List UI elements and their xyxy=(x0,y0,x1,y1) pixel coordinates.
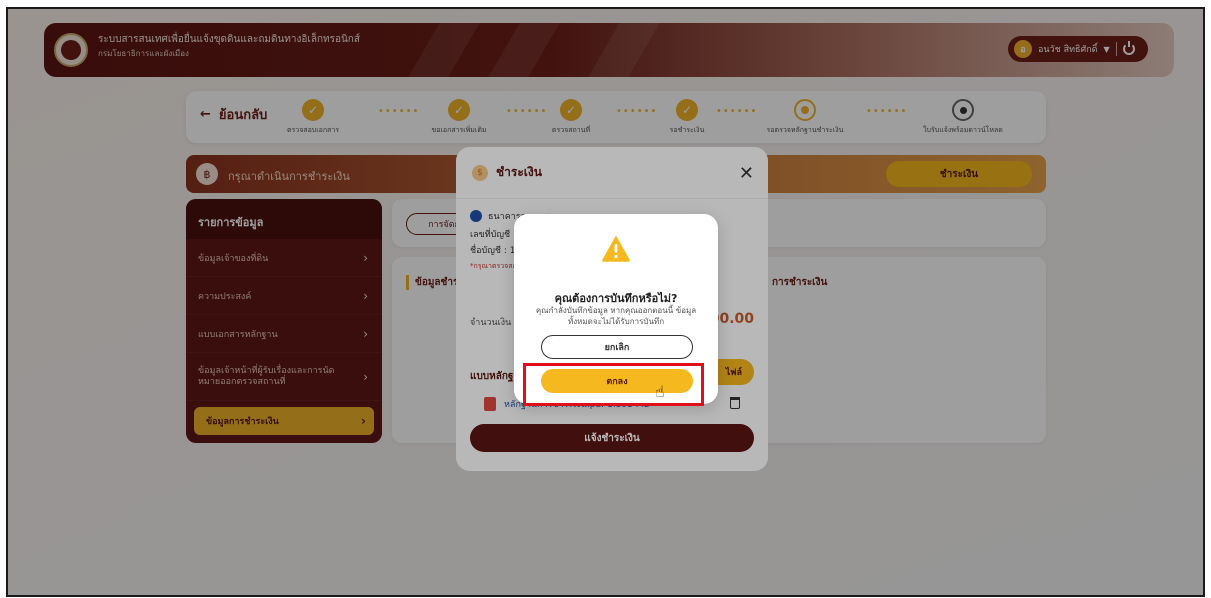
app-frame: ระบบสารสนเทศเพื่อยื่นแจ้งขุดดินและถมดินท… xyxy=(6,7,1205,597)
warning-icon xyxy=(602,236,630,262)
dialog-message: คุณกำลังบันทึกข้อมูล หากคุณออกตอนนี้ ข้อ… xyxy=(535,306,697,326)
highlight-box xyxy=(523,363,704,406)
hand-cursor-icon: ☝ xyxy=(655,382,665,401)
cancel-button[interactable]: ยกเลิก xyxy=(541,335,693,359)
